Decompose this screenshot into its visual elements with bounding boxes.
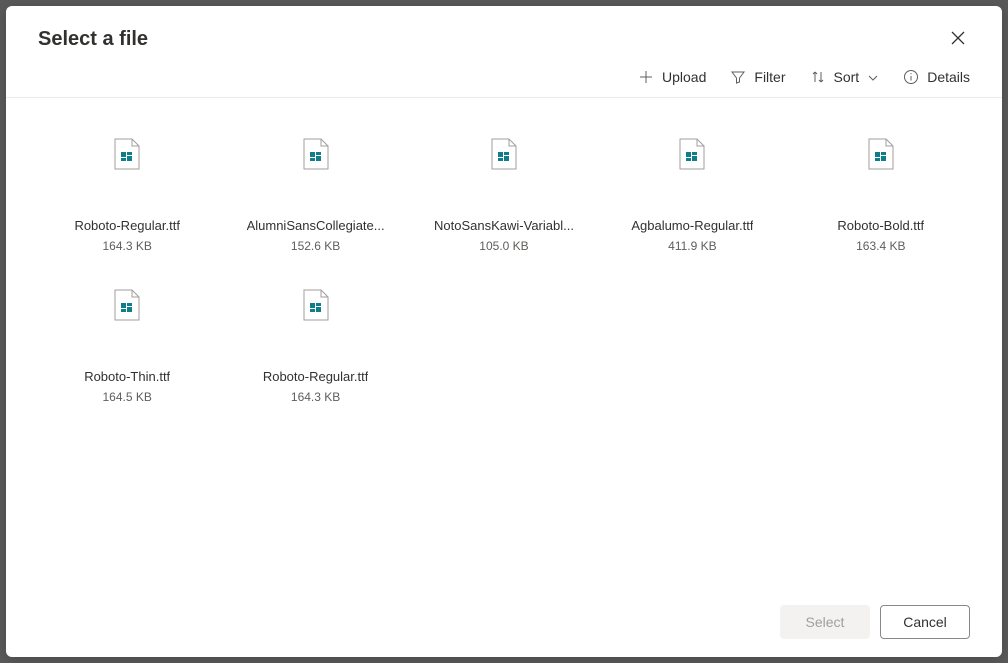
file-item[interactable]: Agbalumo-Regular.ttf 411.9 KB xyxy=(603,130,781,261)
file-picker-modal: Select a file Upload xyxy=(6,6,1002,657)
file-grid: Roboto-Regular.ttf 164.3 KB AlumniSansCo… xyxy=(6,98,1002,591)
modal-title: Select a file xyxy=(38,28,148,51)
file-size: 163.4 KB xyxy=(856,239,905,253)
file-icon xyxy=(302,289,330,321)
select-button[interactable]: Select xyxy=(780,605,870,639)
close-button[interactable] xyxy=(946,26,970,53)
sort-label: Sort xyxy=(834,69,860,85)
filter-icon xyxy=(730,69,746,85)
modal-header: Select a file xyxy=(6,6,1002,61)
file-name: Roboto-Thin.ttf xyxy=(84,369,170,386)
file-icon xyxy=(113,138,141,170)
file-name: Roboto-Regular.ttf xyxy=(74,218,180,235)
file-name: Roboto-Bold.ttf xyxy=(837,218,924,235)
details-button[interactable]: Details xyxy=(903,69,970,85)
toolbar: Upload Filter Sort xyxy=(6,61,1002,98)
plus-icon xyxy=(638,69,654,85)
modal-footer: Select Cancel xyxy=(6,591,1002,657)
details-label: Details xyxy=(927,69,970,85)
file-icon xyxy=(867,138,895,170)
file-name: Agbalumo-Regular.ttf xyxy=(631,218,753,235)
file-item[interactable]: Roboto-Thin.ttf 164.5 KB xyxy=(38,281,216,412)
file-name: Roboto-Regular.ttf xyxy=(263,369,369,386)
file-icon xyxy=(490,138,518,170)
sort-icon xyxy=(810,69,826,85)
file-item[interactable]: Roboto-Regular.ttf 164.3 KB xyxy=(38,130,216,261)
file-size: 164.5 KB xyxy=(103,390,152,404)
file-item[interactable]: NotoSansKawi-Variabl... 105.0 KB xyxy=(415,130,593,261)
file-name: AlumniSansCollegiate... xyxy=(247,218,385,235)
chevron-down-icon xyxy=(867,71,879,83)
file-size: 164.3 KB xyxy=(103,239,152,253)
info-icon xyxy=(903,69,919,85)
upload-button[interactable]: Upload xyxy=(638,69,706,85)
file-size: 164.3 KB xyxy=(291,390,340,404)
file-name: NotoSansKawi-Variabl... xyxy=(434,218,574,235)
file-size: 411.9 KB xyxy=(668,239,716,253)
file-item[interactable]: AlumniSansCollegiate... 152.6 KB xyxy=(226,130,404,261)
filter-button[interactable]: Filter xyxy=(730,69,785,85)
file-item[interactable]: Roboto-Bold.ttf 163.4 KB xyxy=(792,130,970,261)
filter-label: Filter xyxy=(754,69,785,85)
file-icon xyxy=(113,289,141,321)
file-size: 152.6 KB xyxy=(291,239,340,253)
close-icon xyxy=(950,30,966,49)
file-size: 105.0 KB xyxy=(479,239,528,253)
cancel-button[interactable]: Cancel xyxy=(880,605,970,639)
file-icon xyxy=(302,138,330,170)
file-item[interactable]: Roboto-Regular.ttf 164.3 KB xyxy=(226,281,404,412)
file-icon xyxy=(678,138,706,170)
upload-label: Upload xyxy=(662,69,706,85)
sort-button[interactable]: Sort xyxy=(810,69,880,85)
